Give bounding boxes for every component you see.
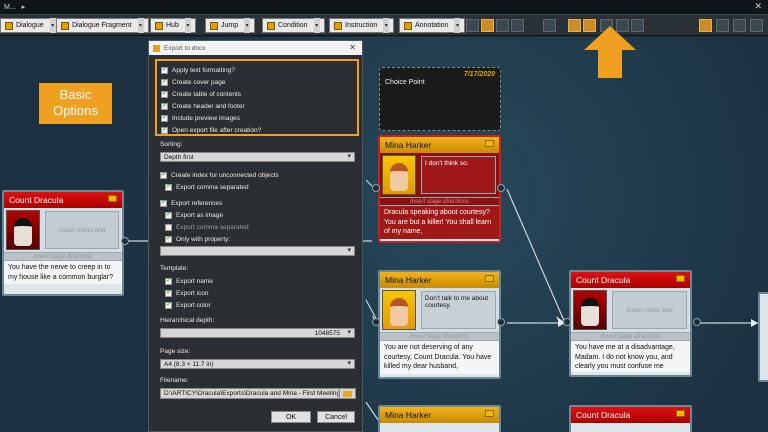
checkbox[interactable] — [160, 198, 167, 207]
checkbox[interactable] — [161, 77, 168, 86]
dialog-title: Export to docx — [164, 44, 206, 52]
node-title: Count Dracula — [571, 272, 690, 288]
option-cover-page[interactable]: Create cover page — [161, 76, 353, 88]
sorting-select[interactable]: Depth first — [160, 152, 355, 162]
dracula-portrait — [573, 290, 607, 330]
menu-text[interactable]: Insert menu text — [45, 211, 119, 249]
basic-options-group: Apply text formatting? Create cover page… — [155, 59, 359, 136]
option-open-after[interactable]: Open export file after creation? — [161, 124, 353, 136]
option-apply-formatting[interactable]: Apply text formatting? — [161, 64, 353, 76]
output-pin[interactable] — [497, 184, 505, 192]
menu-text[interactable]: Insert menu text — [612, 291, 687, 329]
node-title: Count Dracula — [571, 407, 690, 423]
export-dialog: Export to docx ✕ Apply text formatting? … — [148, 40, 363, 432]
depth-stepper[interactable]: 1048575 — [160, 328, 355, 338]
output-pin[interactable] — [121, 237, 129, 245]
menu-text[interactable]: Don't talk to me about courtesy. — [421, 291, 496, 329]
choice-point-label: Choice Point — [385, 79, 425, 86]
basic-options-callout: Basic Options — [39, 83, 112, 124]
node-title: Count Dracula — [4, 192, 122, 208]
checkbox[interactable] — [161, 65, 168, 74]
stage-directions[interactable]: Insert stage directions — [4, 252, 122, 261]
input-pin[interactable] — [563, 318, 571, 326]
checkbox[interactable] — [165, 210, 172, 219]
choice-point-node[interactable]: 7/17/2020 Choice Point — [379, 67, 501, 131]
comment-icon[interactable] — [485, 275, 494, 282]
comment-icon[interactable] — [108, 195, 117, 202]
node-title: Mina Harker — [380, 137, 499, 153]
dracula-portrait — [6, 210, 40, 250]
property-select[interactable] — [160, 246, 355, 256]
dialogue-node-dracula-left[interactable]: Count Dracula Insert menu text Insert st… — [2, 190, 124, 296]
mina-portrait — [382, 290, 416, 330]
output-pin[interactable] — [497, 318, 505, 326]
option-header-footer[interactable]: Create header and footer — [161, 100, 353, 112]
option-template-name[interactable]: Export name — [165, 275, 360, 287]
stage-directions[interactable]: Insert stage directions — [571, 332, 690, 341]
checkbox[interactable] — [165, 300, 172, 309]
dialog-close-icon[interactable]: ✕ — [349, 43, 356, 52]
option-template-color[interactable]: Export color — [165, 299, 360, 311]
checkbox[interactable] — [165, 182, 172, 191]
option-refs-comma[interactable]: Export comma separated — [165, 221, 360, 233]
sorting-label: Sorting: — [160, 141, 183, 148]
stage-directions[interactable]: Insert stage directions — [380, 332, 499, 341]
dialogue-text[interactable]: Dracula speaking about courtesy? You are… — [380, 206, 499, 239]
dialogue-text[interactable]: You are not deserving of any courtesy, C… — [380, 341, 499, 374]
cancel-button[interactable]: Cancel — [317, 411, 355, 423]
comment-icon[interactable] — [676, 275, 685, 282]
option-template-icon[interactable]: Export icon — [165, 287, 360, 299]
checkbox[interactable] — [165, 288, 172, 297]
checkbox[interactable] — [165, 234, 172, 243]
comment-icon[interactable] — [485, 410, 494, 417]
input-pin[interactable] — [372, 318, 380, 326]
option-toc[interactable]: Create table of contents — [161, 88, 353, 100]
option-preview-images[interactable]: Include preview images — [161, 112, 353, 124]
template-label: Template: — [160, 265, 189, 272]
dialogue-node-mina-3[interactable]: Mina Harker — [378, 405, 501, 432]
dialog-titlebar: Export to docx ✕ — [149, 41, 362, 55]
mina-portrait — [382, 155, 416, 195]
option-export-references[interactable]: Export references — [160, 197, 355, 209]
depth-label: Hierarchical depth: — [160, 317, 215, 324]
dialogue-node-offscreen[interactable] — [758, 292, 768, 382]
stage-directions[interactable]: Insert stage directions — [380, 197, 499, 206]
checkbox[interactable] — [165, 223, 172, 231]
comment-icon[interactable] — [676, 410, 685, 417]
filename-field[interactable]: D:\ARTICY\Dracula\Exports\Dracula and Mi… — [160, 388, 342, 399]
checkbox[interactable] — [161, 113, 168, 122]
dialogue-node-dracula-3[interactable]: Count Dracula — [569, 405, 692, 432]
input-pin[interactable] — [372, 184, 380, 192]
dialogue-node-dracula-right[interactable]: Count Dracula Insert menu text Insert st… — [569, 270, 692, 377]
option-index-comma[interactable]: Export comma separated — [165, 181, 360, 193]
checkbox[interactable] — [165, 276, 172, 285]
page-size-label: Page size: — [160, 348, 191, 355]
checkbox[interactable] — [161, 89, 168, 98]
output-pin[interactable] — [693, 318, 701, 326]
page-size-select[interactable]: A4 (8.3 × 11.7 in) — [160, 359, 355, 369]
app-icon — [153, 44, 160, 52]
folder-icon — [343, 391, 352, 397]
option-refs-property[interactable]: Only with property: — [165, 233, 360, 245]
checkbox[interactable] — [161, 125, 168, 134]
pointer-arrow — [584, 26, 636, 78]
ok-button[interactable]: OK — [271, 411, 311, 423]
node-title: Mina Harker — [380, 407, 499, 423]
option-refs-image[interactable]: Export as image — [165, 209, 360, 221]
node-title: Mina Harker — [380, 272, 499, 288]
filename-label: Filename: — [160, 377, 189, 384]
dialogue-text[interactable]: You have the nerve to creep in to my hou… — [4, 261, 122, 284]
dialogue-text[interactable]: You have me at a disadvantage, Madam. I … — [571, 341, 690, 372]
option-index-unconnected[interactable]: Create index for unconnected objects — [160, 169, 355, 181]
checkbox[interactable] — [160, 170, 167, 179]
browse-folder-button[interactable] — [339, 388, 356, 399]
menu-text[interactable]: I don't think so. — [421, 156, 496, 194]
dialogue-node-mina-1[interactable]: Mina Harker I don't think so. Insert sta… — [378, 135, 501, 243]
checkbox[interactable] — [161, 101, 168, 110]
choice-point-date: 7/17/2020 — [463, 71, 495, 78]
comment-icon[interactable] — [485, 140, 494, 147]
dialogue-node-mina-2[interactable]: Mina Harker Don't talk to me about court… — [378, 270, 501, 379]
